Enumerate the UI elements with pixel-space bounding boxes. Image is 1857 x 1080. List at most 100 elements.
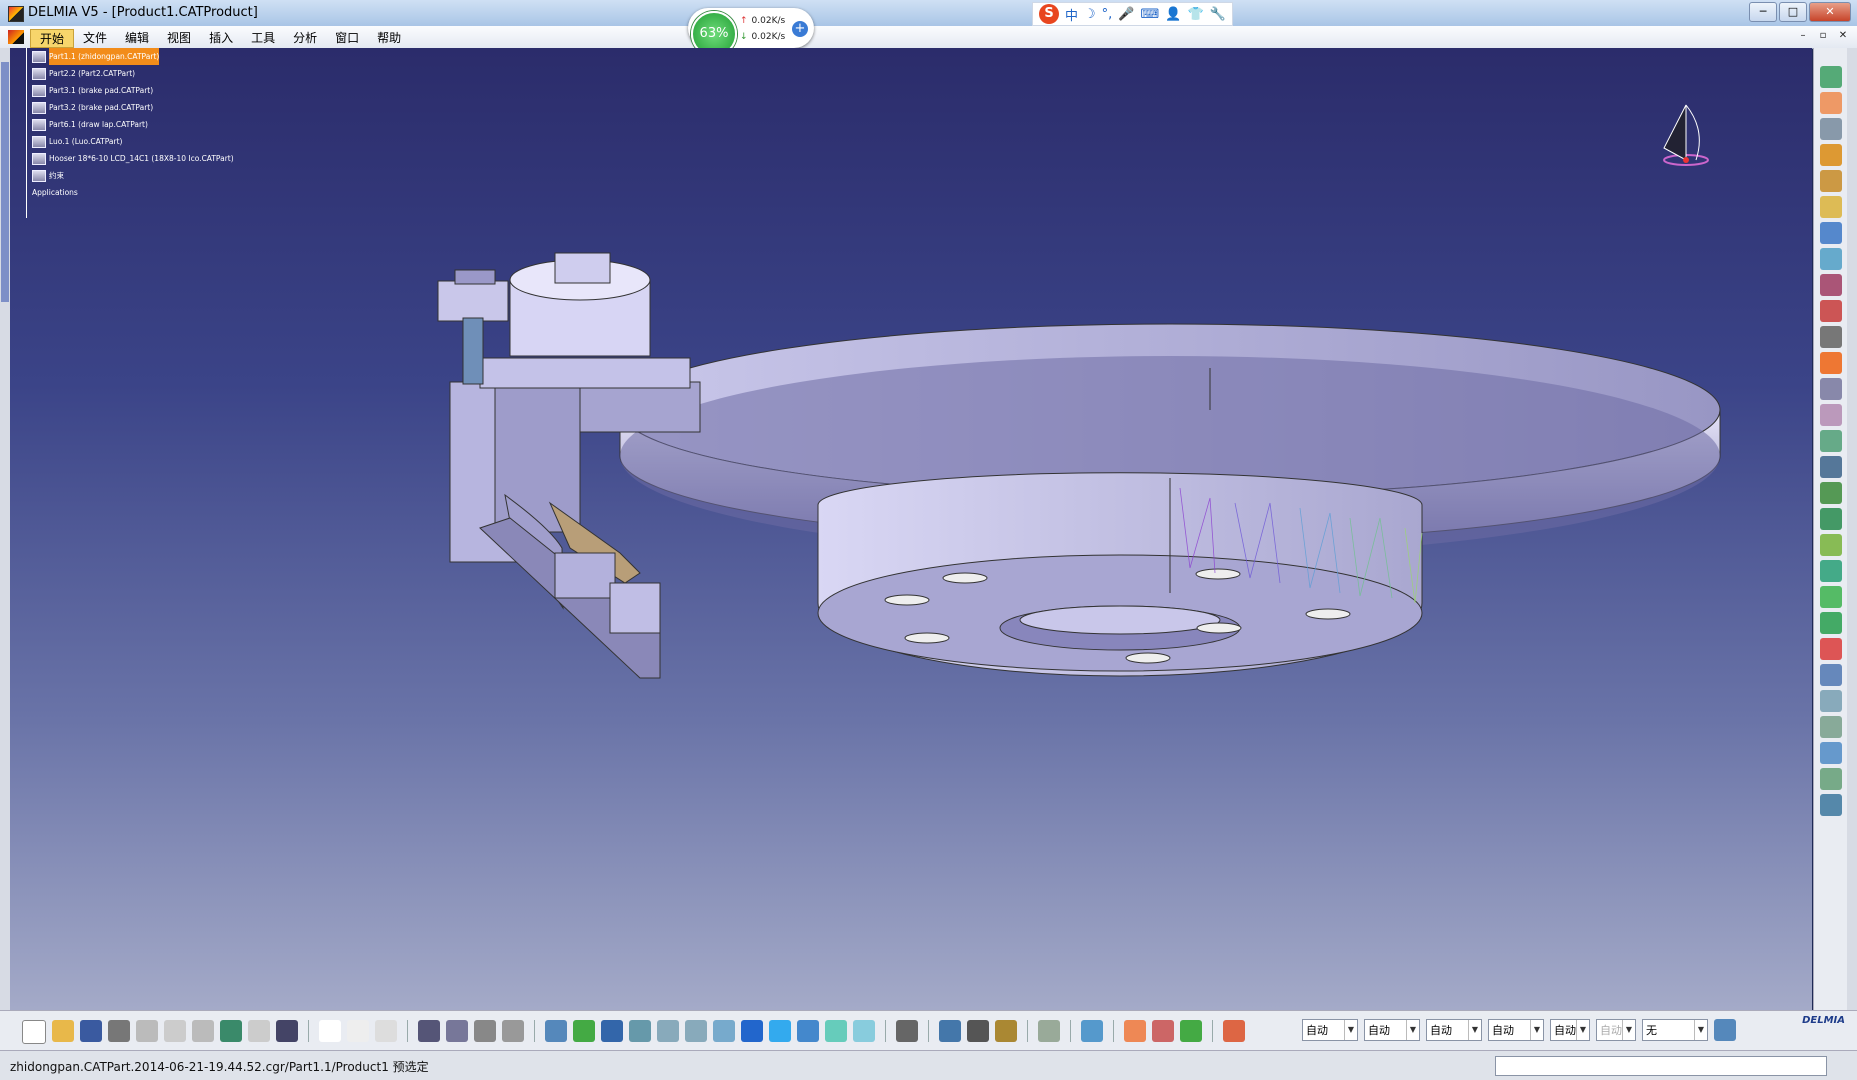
component-icon[interactable]	[1819, 170, 1842, 192]
ime-settings-icon[interactable]: 🔧	[1210, 7, 1226, 22]
painter-icon[interactable]	[1714, 1019, 1736, 1041]
measure-item-icon[interactable]	[967, 1020, 989, 1042]
ime-keyboard-icon[interactable]: ⌨	[1141, 7, 1160, 22]
doc-restore-button[interactable]: ▫	[1815, 29, 1831, 43]
kinematics-icon[interactable]	[1819, 716, 1842, 738]
render-icon[interactable]	[1152, 1020, 1174, 1042]
right-scrollbar[interactable]	[1847, 48, 1857, 1010]
angle-icon[interactable]	[1819, 430, 1842, 452]
layer-select[interactable]: 无 ▼	[1642, 1019, 1708, 1041]
delmia-app-icon[interactable]	[8, 6, 24, 22]
assembly-icon[interactable]	[1819, 144, 1842, 166]
annotation-icon[interactable]	[1819, 664, 1842, 686]
minimize-button[interactable]: ─	[1749, 2, 1777, 22]
ime-user-icon[interactable]: 👤	[1165, 7, 1181, 22]
explode-icon[interactable]	[1819, 274, 1842, 296]
doc-close-button[interactable]: ✕	[1835, 29, 1851, 43]
swap-visible-icon[interactable]	[853, 1020, 875, 1042]
bolt-icon[interactable]	[474, 1020, 496, 1042]
menu-analysis[interactable]: 分析	[284, 29, 326, 48]
copy-icon[interactable]	[164, 1020, 186, 1042]
brake-assembly-model[interactable]	[10, 48, 1812, 1010]
multi-view-icon[interactable]	[741, 1020, 763, 1042]
measure-between-icon[interactable]	[939, 1020, 961, 1042]
move-icon[interactable]	[1819, 222, 1842, 244]
iso-view-icon[interactable]	[769, 1020, 791, 1042]
accelerate-button[interactable]: +	[792, 21, 808, 37]
catalog-icon[interactable]	[1819, 586, 1842, 608]
bom-icon[interactable]	[1819, 612, 1842, 634]
zoom-in-icon[interactable]	[657, 1020, 679, 1042]
whats-this-icon[interactable]	[276, 1020, 298, 1042]
sweep-icon[interactable]	[1819, 118, 1842, 140]
comment-icon[interactable]	[347, 1020, 369, 1042]
spec-icon[interactable]	[502, 1020, 524, 1042]
measure-icon[interactable]	[1819, 534, 1842, 556]
select-arrow-icon[interactable]	[1819, 92, 1842, 114]
menu-start[interactable]: 开始	[30, 29, 75, 48]
device-icon[interactable]	[896, 1020, 918, 1042]
normal-view-icon[interactable]	[713, 1020, 735, 1042]
graph-icon[interactable]	[446, 1020, 468, 1042]
fix-icon[interactable]	[1819, 456, 1842, 478]
save-icon[interactable]	[80, 1020, 102, 1042]
grid-icon[interactable]	[1223, 1020, 1245, 1042]
ime-punct-icon[interactable]: °,	[1102, 7, 1113, 22]
formula-icon[interactable]	[319, 1020, 341, 1042]
clash-icon[interactable]	[1819, 300, 1842, 322]
ime-chinese-toggle[interactable]: 中	[1065, 5, 1078, 24]
mechanism-icon[interactable]	[1819, 768, 1842, 790]
paste-icon[interactable]	[192, 1020, 214, 1042]
3d-viewport[interactable]: Part1.1 (zhidongpan.CATPart) Part2.2 (Pa…	[10, 48, 1812, 1010]
offset-icon[interactable]	[1819, 404, 1842, 426]
analysis-icon[interactable]	[1819, 508, 1842, 530]
redo-icon[interactable]	[248, 1020, 270, 1042]
command-input[interactable]	[1495, 1056, 1827, 1076]
open-icon[interactable]	[52, 1020, 74, 1042]
tree-scrollbar[interactable]	[0, 48, 10, 1010]
menu-window[interactable]: 窗口	[326, 29, 368, 48]
sogou-logo-icon[interactable]: S	[1039, 4, 1059, 24]
menu-view[interactable]: 视图	[158, 29, 200, 48]
menu-insert[interactable]: 插入	[200, 29, 242, 48]
rotate-icon[interactable]	[629, 1020, 651, 1042]
new-icon[interactable]	[22, 1020, 46, 1044]
rendering-select[interactable]: 自动 ▼	[1596, 1019, 1636, 1041]
update-icon[interactable]	[1819, 482, 1842, 504]
menu-tools[interactable]: 工具	[242, 29, 284, 48]
snap-icon[interactable]	[1819, 248, 1842, 270]
contact-icon[interactable]	[1819, 378, 1842, 400]
scene-icon[interactable]	[1819, 638, 1842, 660]
fit-all-icon[interactable]	[573, 1020, 595, 1042]
zoom-out-icon[interactable]	[685, 1020, 707, 1042]
maximize-button[interactable]: □	[1779, 2, 1807, 22]
shading-icon[interactable]	[797, 1020, 819, 1042]
inertia-icon[interactable]	[995, 1020, 1017, 1042]
ime-moon-icon[interactable]: ☽	[1084, 7, 1096, 22]
knowledge-icon[interactable]	[375, 1020, 397, 1042]
brake-disc[interactable]	[619, 323, 1721, 677]
constraint-icon[interactable]	[1819, 326, 1842, 348]
simulation-icon[interactable]	[1819, 742, 1842, 764]
tool-icon[interactable]	[1819, 690, 1842, 712]
pan-icon[interactable]	[601, 1020, 623, 1042]
cut-icon[interactable]	[136, 1020, 158, 1042]
ime-mic-icon[interactable]: 🎤	[1118, 7, 1134, 22]
plane-icon[interactable]	[1081, 1020, 1103, 1042]
compass-icon[interactable]	[1656, 100, 1716, 170]
ime-skin-icon[interactable]: 👕	[1187, 7, 1203, 22]
scroll-thumb[interactable]	[1, 62, 9, 302]
line-weight-select[interactable]: 自动 ▼	[1426, 1019, 1482, 1041]
network-speed-widget[interactable]: 63% ↑ 0.02K/s ↓ 0.02K/s +	[688, 8, 814, 57]
hide-show-icon[interactable]	[825, 1020, 847, 1042]
close-button[interactable]: ✕	[1809, 2, 1851, 22]
fly-icon[interactable]	[545, 1020, 567, 1042]
table-icon[interactable]	[418, 1020, 440, 1042]
gear-icon[interactable]	[1819, 66, 1842, 88]
coincidence-icon[interactable]	[1819, 352, 1842, 374]
undo-icon[interactable]	[220, 1020, 242, 1042]
joint-icon[interactable]	[1819, 794, 1842, 816]
material-icon[interactable]	[1124, 1020, 1146, 1042]
menu-file[interactable]: 文件	[74, 29, 116, 48]
transparency-select[interactable]: 自动 ▼	[1364, 1019, 1420, 1041]
